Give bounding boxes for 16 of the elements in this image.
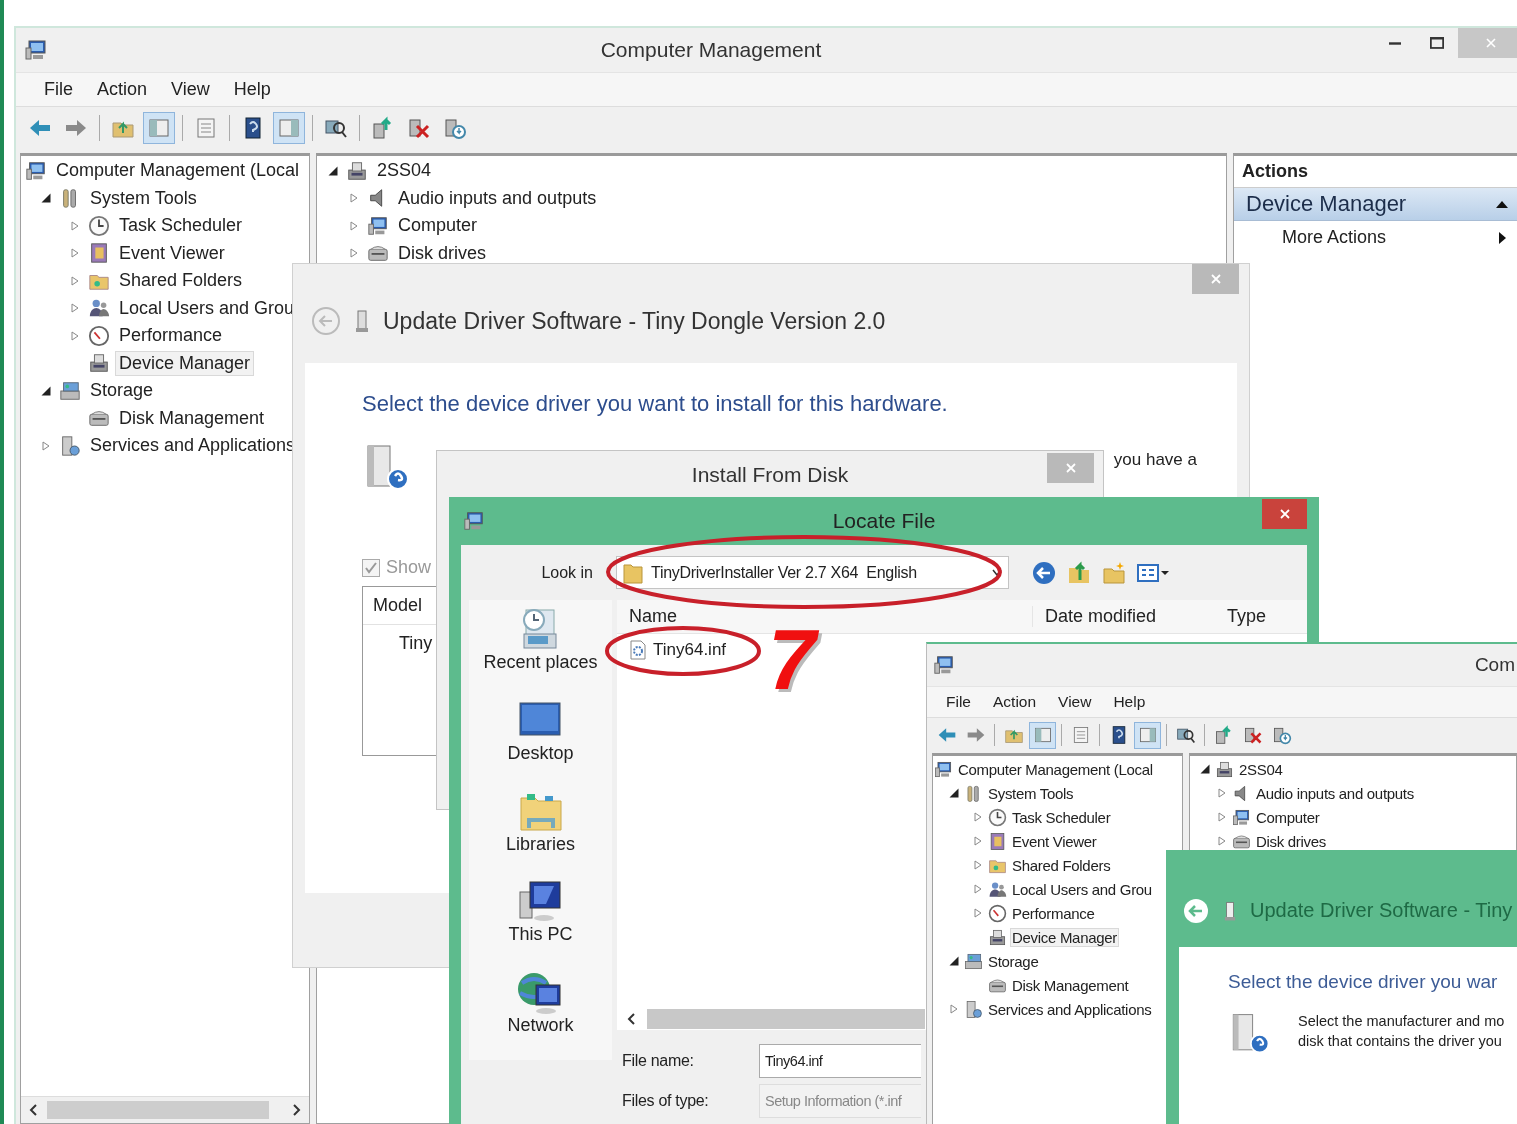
section-title: Device Manager: [1246, 191, 1407, 217]
dialog-title: Locate File: [832, 509, 936, 533]
instruction-heading: Select the device driver you want to install for this hardware.: [362, 391, 949, 417]
window-title: Com: [1473, 654, 1516, 676]
dialog-title: Update Driver Software - Tiny: [1250, 899, 1513, 922]
description-text: you have a: [1113, 450, 1197, 470]
field-label: Files of type:: [621, 1092, 710, 1110]
description-line: disk that contains the driver you: [1298, 1032, 1503, 1051]
window-title: Computer Management: [599, 38, 823, 62]
instruction-heading: Select the device driver you war: [1228, 971, 1499, 993]
field-label: Look in: [540, 563, 593, 582]
dialog-title: Install From Disk: [691, 462, 849, 487]
dialog-title: Update Driver Software - Tiny Dongle Version 2.0: [383, 307, 886, 335]
description-line: Select the manufacturer and mo: [1298, 1012, 1505, 1031]
action-label: More Actions: [1282, 227, 1387, 248]
field-label: File name:: [621, 1052, 695, 1070]
